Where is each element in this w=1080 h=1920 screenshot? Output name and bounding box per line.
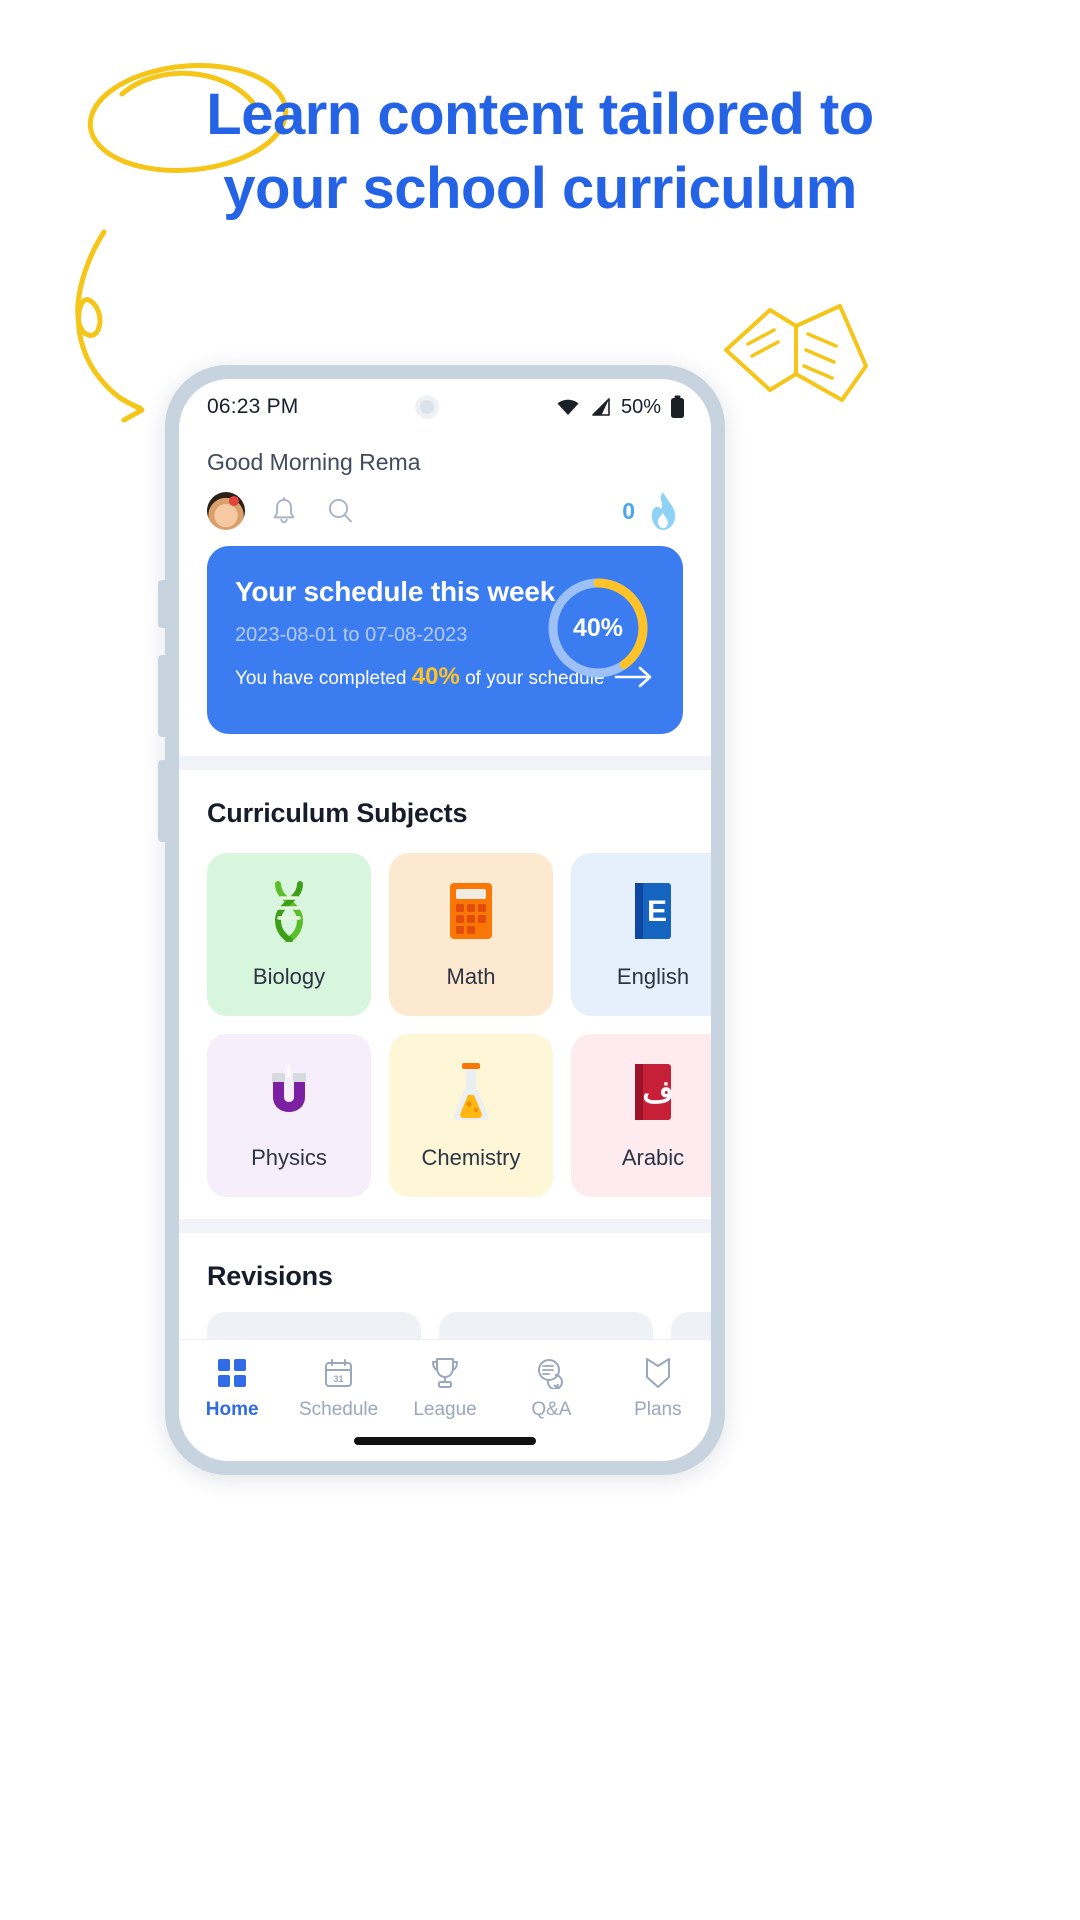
front-camera-icon bbox=[414, 395, 439, 419]
flame-icon bbox=[651, 492, 676, 530]
promo-page: Learn content tailored to your school cu… bbox=[0, 0, 1080, 1920]
section-divider-2 bbox=[179, 1219, 711, 1233]
nav-item-plans[interactable]: Plans bbox=[605, 1356, 711, 1421]
phone-screen: 06:23 PM 50% Good Morning Rema 0 Your sc… bbox=[179, 379, 711, 1461]
schedule-card-wrapper: Your schedule this week 2023-08-01 to 07… bbox=[179, 532, 711, 734]
nav-label: Schedule bbox=[298, 1399, 379, 1420]
headline-line-1: Learn content tailored to bbox=[206, 82, 874, 147]
chat-icon bbox=[535, 1356, 567, 1390]
nav-item-schedule[interactable]: 31 Schedule bbox=[285, 1356, 391, 1421]
subject-label: Physics bbox=[251, 1144, 327, 1170]
phone-mockup: 06:23 PM 50% Good Morning Rema 0 Your sc… bbox=[158, 365, 725, 1475]
subject-card-physics[interactable]: Physics bbox=[207, 1034, 371, 1197]
nav-item-league[interactable]: League bbox=[392, 1356, 498, 1421]
subject-label: Chemistry bbox=[421, 1144, 521, 1170]
battery-percent-label: 50% bbox=[620, 395, 661, 418]
status-bar: 06:23 PM 50% bbox=[179, 379, 711, 435]
nav-label: League bbox=[413, 1399, 477, 1420]
subjects-section-title: Curriculum Subjects bbox=[207, 798, 468, 828]
phone-volume-up-button bbox=[158, 655, 166, 737]
streak-count: 0 bbox=[622, 497, 635, 524]
svg-text:E: E bbox=[647, 895, 667, 928]
subject-card-chemistry[interactable]: Chemistry bbox=[389, 1034, 553, 1197]
note-prefix: You have completed bbox=[235, 668, 412, 689]
status-time: 06:23 PM bbox=[207, 395, 299, 418]
svg-text:ﻑ: ﻑ bbox=[642, 1076, 673, 1109]
subject-card-math[interactable]: Math bbox=[389, 853, 553, 1016]
shield-icon bbox=[644, 1356, 672, 1390]
subject-card-english[interactable]: E English bbox=[571, 853, 711, 1016]
calendar-icon: 31 bbox=[323, 1356, 354, 1390]
streak-indicator[interactable]: 0 bbox=[622, 490, 683, 532]
search-icon[interactable] bbox=[323, 494, 357, 528]
page-title: Learn content tailored to your school cu… bbox=[0, 78, 1080, 226]
wifi-icon bbox=[557, 399, 579, 415]
phone-volume-down-button bbox=[158, 760, 166, 842]
cellular-signal-icon bbox=[592, 398, 610, 416]
nav-label: Q&A bbox=[531, 1399, 572, 1420]
grid-icon bbox=[217, 1356, 247, 1390]
revisions-section-title: Revisions bbox=[207, 1261, 333, 1291]
dna-icon bbox=[264, 880, 314, 942]
nav-item-home[interactable]: Home bbox=[179, 1356, 285, 1421]
note-percent: 40% bbox=[411, 663, 460, 690]
arrow-doodle-icon bbox=[75, 229, 145, 423]
subject-card-arabic[interactable]: ﻑ Arabic bbox=[571, 1034, 711, 1197]
greeting-text: Good Morning Rema bbox=[207, 449, 421, 475]
nav-label: Home bbox=[205, 1399, 259, 1420]
subjects-grid: Biology Math E English Physics Chemistry… bbox=[179, 829, 711, 1197]
battery-icon bbox=[671, 395, 684, 418]
headline-line-2: your school curriculum bbox=[223, 156, 857, 222]
book-e-icon: E bbox=[630, 880, 676, 942]
header-toolbar: 0 bbox=[179, 476, 711, 532]
subject-label: English bbox=[616, 963, 690, 989]
phone-side-button bbox=[158, 580, 166, 628]
subject-card-biology[interactable]: Biology bbox=[207, 853, 371, 1016]
svg-text:31: 31 bbox=[334, 1374, 344, 1384]
bell-icon[interactable] bbox=[267, 494, 301, 528]
section-divider bbox=[179, 756, 711, 770]
nav-item-qa[interactable]: Q&A bbox=[498, 1356, 604, 1421]
subject-label: Biology bbox=[252, 963, 326, 989]
book-a-icon: ﻑ bbox=[630, 1061, 676, 1123]
subject-label: Math bbox=[446, 963, 496, 989]
nav-label: Plans bbox=[634, 1399, 682, 1420]
calculator-icon bbox=[448, 880, 494, 942]
book-doodle-icon bbox=[724, 304, 868, 402]
magnet-icon bbox=[263, 1061, 315, 1123]
avatar[interactable] bbox=[207, 492, 245, 530]
flask-icon bbox=[447, 1061, 495, 1123]
progress-ring-label: 40% bbox=[572, 613, 624, 642]
trophy-icon bbox=[431, 1356, 459, 1390]
subject-label: Arabic bbox=[621, 1144, 685, 1170]
home-indicator bbox=[354, 1437, 536, 1445]
schedule-card[interactable]: Your schedule this week 2023-08-01 to 07… bbox=[207, 546, 683, 734]
